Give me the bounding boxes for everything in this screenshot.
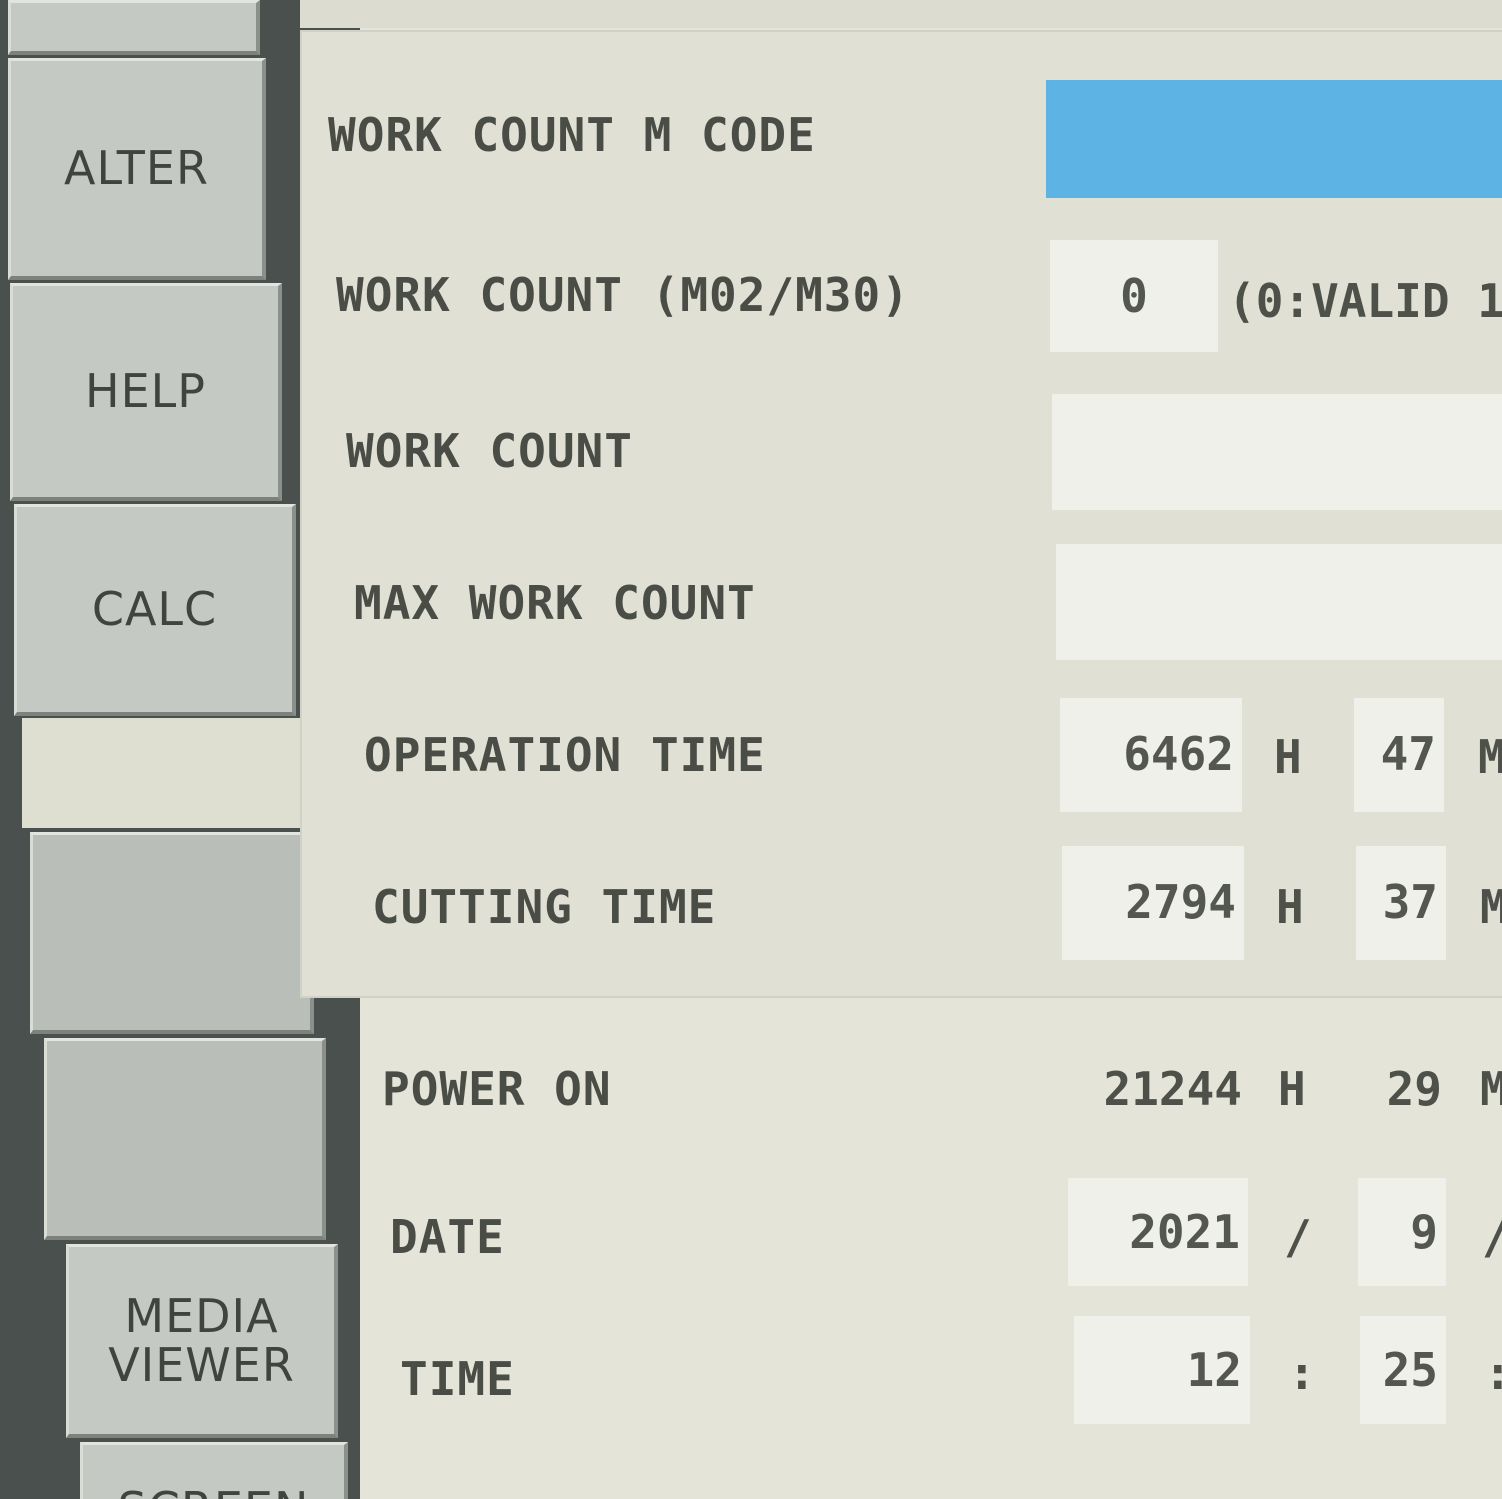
work-count-m02-m30-label: WORK COUNT (M02/M30) xyxy=(336,268,910,322)
cutting-time-hours-field[interactable]: 2794 xyxy=(1062,846,1244,960)
work-count-m-code-field[interactable] xyxy=(1046,80,1502,198)
date-label: DATE xyxy=(390,1210,505,1264)
power-on-hours-value: 21244 xyxy=(1103,1062,1242,1116)
power-on-hours-unit: H xyxy=(1278,1062,1306,1116)
power-on-minutes-unit: M xyxy=(1480,1062,1502,1116)
work-count-m-code-label: WORK COUNT M CODE xyxy=(328,108,816,162)
operation-time-minutes-unit: M xyxy=(1478,730,1502,784)
softkey-blank-3[interactable] xyxy=(44,1038,326,1240)
softkey-blank-2[interactable] xyxy=(30,832,314,1034)
time-separator-1: : xyxy=(1288,1346,1316,1400)
operation-time-minutes-field[interactable]: 47 xyxy=(1354,698,1444,812)
cutting-time-label: CUTTING TIME xyxy=(372,880,717,934)
date-separator-1: / xyxy=(1284,1210,1312,1264)
work-count-m02-m30-field[interactable]: 0 xyxy=(1050,240,1218,352)
softkey-alter[interactable]: ALTER xyxy=(8,58,266,280)
cutting-time-minutes-field[interactable]: 37 xyxy=(1356,846,1446,960)
date-year-field[interactable]: 2021 xyxy=(1068,1178,1248,1286)
max-work-count-label: MAX WORK COUNT xyxy=(354,576,756,630)
time-minute-field[interactable]: 25 xyxy=(1360,1316,1446,1424)
max-work-count-field[interactable] xyxy=(1056,544,1502,660)
date-month-field[interactable]: 9 xyxy=(1358,1178,1446,1286)
softkey-media-viewer[interactable]: MEDIA VIEWER xyxy=(66,1244,338,1438)
power-on-minutes-value: 29 xyxy=(1386,1062,1442,1116)
top-header-strip xyxy=(300,0,1502,28)
work-count-valid-note: (0:VALID 1: xyxy=(1228,274,1502,328)
softkey-calc[interactable]: CALC xyxy=(14,504,296,716)
cnc-settings-screen: ALTER HELP CALC MEDIA VIEWER SCREEN WORK… xyxy=(0,0,1502,1499)
operation-time-label: OPERATION TIME xyxy=(364,728,766,782)
softkey-help[interactable]: HELP xyxy=(10,283,282,501)
softkey-blank-1[interactable] xyxy=(22,718,302,828)
cutting-time-hours-unit: H xyxy=(1276,880,1304,934)
time-separator-2: : xyxy=(1484,1346,1502,1400)
work-count-label: WORK COUNT xyxy=(346,424,633,478)
work-count-field[interactable] xyxy=(1052,394,1502,510)
softkey-top-partial[interactable] xyxy=(8,0,260,55)
softkey-screen-label: SCREEN xyxy=(118,1485,310,1499)
time-label: TIME xyxy=(400,1352,515,1406)
operation-time-hours-unit: H xyxy=(1274,730,1302,784)
softkey-screen[interactable]: SCREEN xyxy=(80,1442,348,1499)
time-hour-field[interactable]: 12 xyxy=(1074,1316,1250,1424)
date-separator-2: / xyxy=(1482,1210,1502,1264)
power-on-label: POWER ON xyxy=(382,1062,612,1116)
cutting-time-minutes-unit: M xyxy=(1480,880,1502,934)
operation-time-hours-field[interactable]: 6462 xyxy=(1060,698,1242,812)
